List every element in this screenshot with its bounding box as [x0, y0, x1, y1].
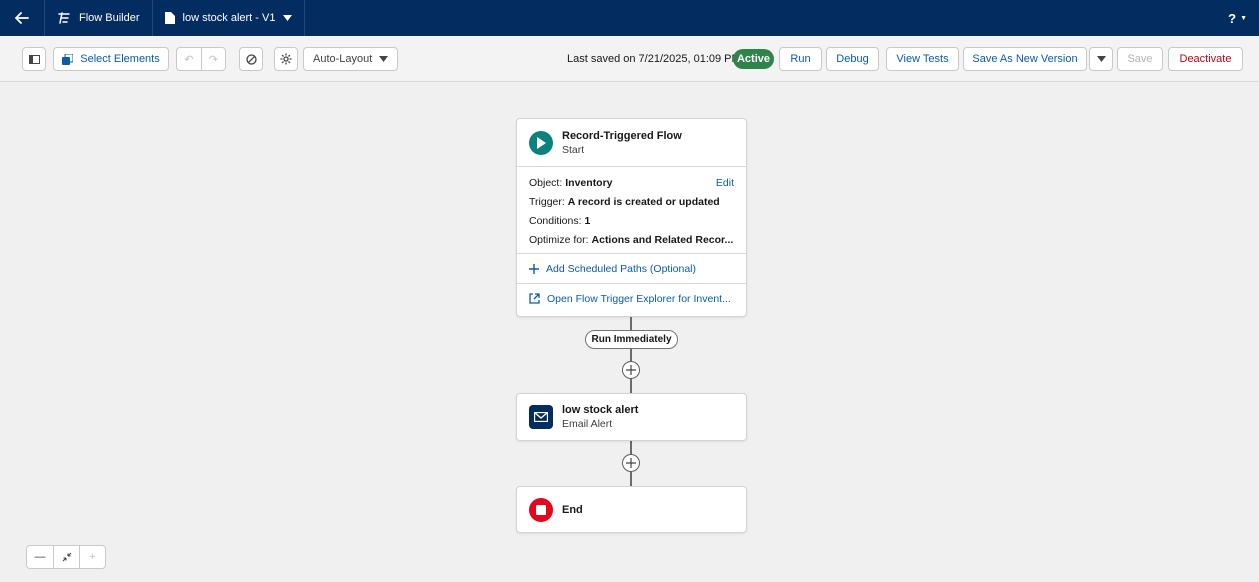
end-node-title: End [562, 503, 583, 516]
email-alert-subtitle: Email Alert [562, 418, 613, 430]
chevron-down-icon [283, 15, 293, 21]
select-elements-icon [62, 53, 74, 65]
optimize-value: Actions and Related Recor... [591, 233, 734, 246]
toggle-panel-button[interactable] [22, 47, 46, 71]
plus-icon [626, 458, 636, 468]
end-node[interactable]: End [516, 486, 747, 533]
document-icon [164, 12, 175, 24]
conditions-value: 1 [584, 214, 591, 227]
trigger-value: A record is created or updated [567, 195, 720, 208]
layout-mode-select[interactable]: Auto-Layout [303, 47, 398, 71]
select-elements-button[interactable]: Select Elements [53, 47, 169, 71]
redo-icon[interactable]: ↷ [201, 48, 225, 70]
end-node-header: End [517, 487, 746, 532]
optimize-row: Optimize for: Actions and Related Recor.… [529, 230, 734, 249]
open-trigger-explorer-link[interactable]: Open Flow Trigger Explorer for Invent... [517, 283, 746, 313]
toolbar: Select Elements ↶ ↷ Auto-Layout Last sav… [0, 36, 1259, 82]
last-saved-text: Last saved on 7/21/2025, 01:09 PM [567, 53, 741, 65]
stop-icon [529, 497, 553, 522]
deactivate-button[interactable]: Deactivate [1168, 47, 1243, 71]
edit-link[interactable]: Edit [716, 177, 734, 189]
fit-view-icon[interactable] [53, 546, 79, 568]
zoom-out-icon[interactable]: — [27, 546, 53, 568]
undo-icon[interactable]: ↶ [177, 48, 201, 70]
gear-icon [280, 53, 292, 65]
chevron-down-icon [1096, 56, 1106, 62]
start-node-header: Record-Triggered Flow Start [517, 119, 746, 166]
flow-tab[interactable]: low stock alert - V1 [151, 0, 306, 36]
panel-toggle-icon [28, 54, 40, 64]
back-arrow-icon [15, 12, 29, 24]
plus-icon [626, 365, 636, 375]
flow-builder-icon [58, 12, 70, 24]
email-alert-title: low stock alert [562, 404, 639, 416]
new-window-icon [529, 293, 540, 304]
add-element-button[interactable] [622, 361, 640, 379]
view-tests-button[interactable]: View Tests [886, 47, 959, 71]
back-button[interactable] [0, 0, 44, 36]
optimize-label: Optimize for: [529, 233, 589, 246]
object-row: Object: Inventory Edit [529, 173, 734, 192]
ban-icon [245, 53, 257, 65]
undo-redo-group: ↶ ↷ [176, 47, 226, 71]
start-node-subtitle: Start [562, 143, 585, 156]
save-options-button[interactable] [1089, 47, 1113, 71]
start-node-title: Record-Triggered Flow [562, 129, 682, 142]
email-alert-header: low stock alert Email Alert [517, 394, 746, 440]
app-name: Flow Builder [79, 12, 140, 24]
trigger-row: Trigger: A record is created or updated [529, 192, 734, 211]
path-label[interactable]: Run Immediately [585, 330, 678, 349]
zoom-in-icon[interactable]: + [79, 546, 105, 568]
save-button[interactable]: Save [1117, 47, 1163, 71]
conditions-row: Conditions: 1 [529, 211, 734, 230]
flow-builder-tab[interactable]: Flow Builder [44, 0, 152, 36]
settings-button[interactable] [274, 47, 298, 71]
layout-mode-value: Auto-Layout [313, 53, 373, 65]
debug-button[interactable]: Debug [826, 47, 879, 71]
app-header: Flow Builder low stock alert - V1 ? ▼ [0, 0, 1259, 36]
status-badge: Active [733, 49, 774, 69]
add-element-button[interactable] [622, 454, 640, 472]
zoom-controls: — + [26, 545, 106, 569]
connector-line [630, 317, 632, 393]
add-scheduled-paths-label: Add Scheduled Paths (Optional) [546, 262, 697, 275]
chevron-down-icon [379, 56, 388, 62]
email-alert-node[interactable]: low stock alert Email Alert [516, 393, 747, 441]
start-node[interactable]: Record-Triggered Flow Start Object: Inve… [516, 118, 747, 317]
open-trigger-explorer-label: Open Flow Trigger Explorer for Invent... [547, 292, 731, 305]
play-icon [529, 130, 553, 155]
start-node-details: Object: Inventory Edit Trigger: A record… [517, 166, 746, 253]
trigger-label: Trigger: [529, 195, 565, 208]
flow-tab-label: low stock alert - V1 [182, 12, 276, 24]
conditions-label: Conditions: [529, 214, 582, 227]
run-button[interactable]: Run [779, 47, 822, 71]
help-icon: ? [1228, 10, 1237, 26]
save-as-new-version-button[interactable]: Save As New Version [963, 47, 1087, 71]
object-value: Inventory [565, 176, 613, 189]
clear-button[interactable] [239, 47, 263, 71]
caret-down-icon: ▼ [1240, 14, 1247, 22]
select-elements-label: Select Elements [80, 53, 160, 65]
help-menu[interactable]: ? ▼ [1228, 0, 1247, 36]
add-icon [529, 263, 539, 274]
add-scheduled-paths-link[interactable]: Add Scheduled Paths (Optional) [517, 253, 746, 283]
email-icon [529, 405, 553, 429]
object-label: Object: [529, 176, 563, 189]
